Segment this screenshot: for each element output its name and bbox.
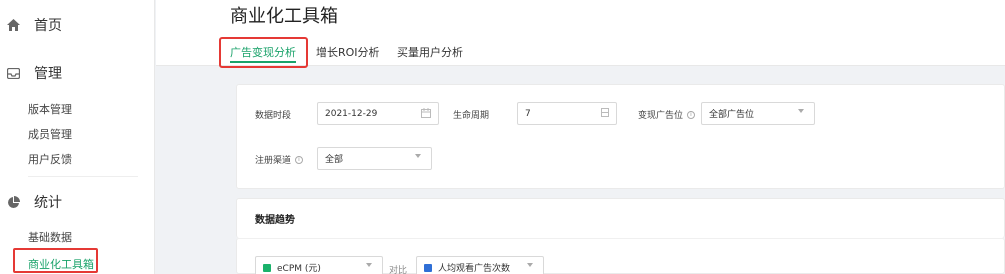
lifecycle-input[interactable]: 7 (517, 102, 617, 125)
pie-chart-icon (6, 195, 20, 209)
lifecycle-value: 7 (525, 108, 531, 119)
chevron-down-icon (527, 263, 533, 267)
metric2-select[interactable]: 人均观看广告次数 (416, 256, 544, 274)
data-period-value: 2021-12-29 (325, 108, 378, 119)
ad-slot-select[interactable]: 全部广告位 (701, 102, 815, 125)
info-icon[interactable]: i (687, 110, 696, 119)
trend-card-header: 数据趋势 (236, 198, 1005, 238)
chevron-down-icon (366, 263, 372, 267)
page-title: 商业化工具箱 (230, 6, 338, 27)
tab-acquired-users[interactable]: 买量用户分析 (397, 44, 463, 60)
metric2-color-swatch (424, 263, 432, 272)
lifecycle-label: 生命周期 (453, 111, 490, 121)
page-header: 商业化工具箱 广告变现分析 增长ROI分析 买量用户分析 (156, 0, 1005, 68)
sidebar-item-version[interactable]: 版本管理 (28, 101, 72, 117)
data-period-label: 数据时段 (255, 111, 292, 121)
chevron-down-icon (798, 109, 804, 113)
metric1-value: eCPM (元) (277, 264, 321, 274)
inbox-icon (6, 66, 20, 80)
nav-home-label: 首页 (34, 18, 62, 34)
channel-label-wrap: 注册渠道 i (255, 153, 304, 166)
sidebar-item-members[interactable]: 成员管理 (28, 126, 72, 142)
chevron-down-icon (415, 154, 421, 158)
section-title: 数据趋势 (255, 215, 295, 226)
nav-manage-label: 管理 (34, 66, 62, 82)
ad-slot-label: 变现广告位 (638, 111, 684, 121)
sidebar-divider (28, 176, 138, 177)
sidebar-item-feedback[interactable]: 用户反馈 (28, 151, 72, 167)
home-icon (6, 18, 20, 32)
calendar-icon (421, 108, 431, 121)
metric2-value: 人均观看广告次数 (438, 264, 511, 274)
nav-home[interactable]: 首页 (0, 15, 62, 35)
sidebar-item-basic-data[interactable]: 基础数据 (28, 229, 72, 245)
nav-stats[interactable]: 统计 (0, 192, 62, 212)
channel-label: 注册渠道 (255, 156, 292, 166)
highlight-box-tab (219, 37, 308, 68)
sidebar: 首页 管理 版本管理 成员管理 用户反馈 统计 基础数据 商业化工具箱 (0, 0, 155, 274)
compare-label: 对比 (389, 266, 408, 274)
trend-card-body: eCPM (元) 对比 人均观看广告次数 (236, 238, 1005, 274)
channel-value: 全部 (325, 155, 344, 165)
info-icon[interactable]: i (295, 155, 304, 164)
metric1-select[interactable]: eCPM (元) (255, 256, 383, 274)
nav-stats-label: 统计 (34, 195, 62, 211)
tab-growth-roi[interactable]: 增长ROI分析 (316, 44, 380, 60)
channel-select[interactable]: 全部 (317, 147, 432, 170)
filter-card: 数据时段 2021-12-29 生命周期 7 变现广告位 i 全部广告位 注册渠… (236, 84, 1005, 189)
ad-slot-label-wrap: 变现广告位 i (638, 108, 696, 121)
metric1-color-swatch (263, 263, 271, 272)
highlight-box-sidebar (13, 248, 98, 273)
day-unit-icon (601, 108, 609, 120)
nav-manage[interactable]: 管理 (0, 63, 62, 83)
data-period-input[interactable]: 2021-12-29 (317, 102, 439, 125)
ad-slot-value: 全部广告位 (709, 110, 755, 120)
